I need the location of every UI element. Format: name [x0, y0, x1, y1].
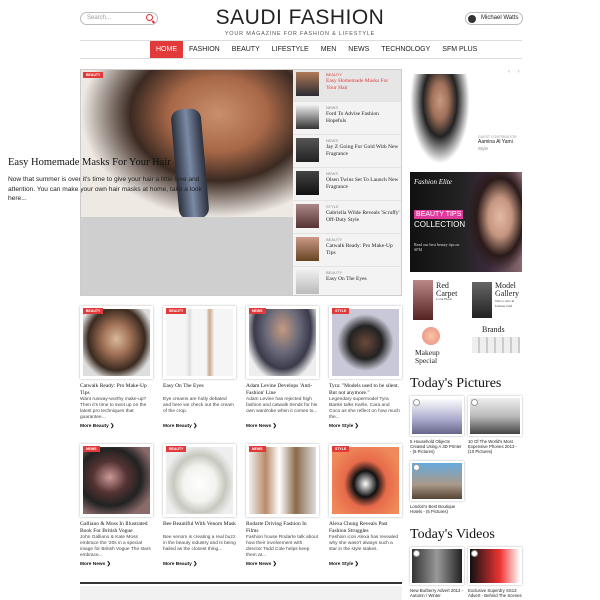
nav-item-beauty[interactable]: BEAUTY: [226, 41, 266, 58]
picture-thumb[interactable]: [410, 396, 464, 436]
user-name: Michael Watts: [481, 15, 519, 21]
nav-item-home[interactable]: HOME: [150, 41, 183, 58]
todays-pictures-title: Today's Pictures: [410, 376, 502, 391]
card-desc: Bee venom is creating a real buzz in the…: [163, 535, 236, 552]
nav-item-fashion[interactable]: FASHION: [183, 41, 226, 58]
more-link[interactable]: More Beauty ❯: [163, 562, 197, 567]
card-title[interactable]: Bee Beautiful With Venom Mask: [163, 521, 236, 528]
card-badge: NEWS: [249, 446, 266, 452]
play-icon: [413, 550, 420, 557]
more-link[interactable]: More News ❯: [80, 562, 111, 567]
picture-thumb[interactable]: [410, 461, 464, 501]
card-desc: Adam Levine has rejected high fashion an…: [246, 397, 318, 414]
card-desc: Fashion icon Alexa has revealed why she …: [329, 535, 399, 552]
red-carpet-image: [413, 280, 433, 320]
model-gallery-link[interactable]: Model Gallery: [495, 282, 521, 298]
nav-item-men[interactable]: MEN: [315, 41, 343, 58]
card-image[interactable]: [163, 444, 236, 517]
card-desc: Eye creams are hotly debated and here we…: [163, 397, 234, 414]
card-image[interactable]: [329, 444, 402, 517]
makeup-image: [422, 327, 440, 345]
ad-headline: BEAUTY TIPS: [414, 210, 464, 219]
card-image[interactable]: [80, 444, 153, 517]
todays-videos-title: Today's Videos: [410, 527, 495, 542]
card-title[interactable]: Tyra: "Models used to be silent. But not…: [329, 383, 402, 397]
brands-link[interactable]: Brands: [482, 325, 505, 334]
card-image[interactable]: [80, 306, 153, 379]
look-book-label: Look Book: [436, 297, 452, 301]
more-link[interactable]: More Style ❯: [329, 424, 359, 429]
site-tagline: YOUR MAGAZINE FOR FASHION & LIFESTYLE: [224, 31, 376, 37]
card-badge: NEWS: [249, 308, 266, 314]
more-link[interactable]: More Beauty ❯: [163, 424, 197, 429]
card-desc: Fashion house Rodarte talk about how the…: [246, 535, 319, 558]
picture-caption[interactable]: 10 Of The World's Most Expensive Phones …: [468, 439, 522, 455]
guest-contributor[interactable]: GUEST CONTRIBUTOR Aamina Al Yami Style: [410, 69, 522, 164]
card-badge: BEAUTY: [83, 308, 104, 314]
card-image[interactable]: [246, 306, 319, 379]
card-title[interactable]: Galliano & Moss In Illustrated Book For …: [80, 521, 153, 535]
video-thumb[interactable]: [468, 547, 522, 585]
card-title[interactable]: Adam Levine Develops 'Anti-Fashion' Line: [246, 383, 319, 397]
nav-item-lifestyle[interactable]: LIFESTYLE: [266, 41, 315, 58]
play-icon: [471, 550, 478, 557]
divider: [80, 582, 402, 584]
hero-frame: [80, 69, 402, 296]
ad-image: [467, 172, 522, 272]
card-desc: Want runway-worthy make-up? Then it's ti…: [80, 397, 147, 420]
card-desc: Legendary supermodel Tyra Banks talks Ka…: [329, 397, 400, 420]
sections-ad[interactable]: Red Carpet Look Book Model Gallery Who's…: [410, 277, 522, 370]
card-image[interactable]: [329, 306, 402, 379]
contributor-photo: [410, 74, 470, 164]
gallery-icon: [471, 399, 478, 406]
card-image[interactable]: [163, 306, 236, 379]
card-badge: STYLE: [332, 308, 350, 314]
video-thumb[interactable]: [410, 547, 464, 585]
more-link[interactable]: More Beauty ❯: [80, 424, 114, 429]
more-link[interactable]: More News ❯: [246, 562, 277, 567]
video-caption[interactable]: New Burberry Advert 2013 - Autumn / Wint…: [410, 588, 464, 598]
card-title[interactable]: Easy On The Eyes: [163, 383, 236, 390]
ad-subtext: Read our best beauty tips on SFM: [414, 242, 460, 252]
red-carpet-link[interactable]: Red Carpet: [436, 282, 458, 298]
contributor-section: Style: [478, 146, 489, 151]
contributor-name[interactable]: Aamina Al Yami: [478, 139, 513, 145]
gallery-icon: [413, 464, 420, 471]
divider: [80, 58, 522, 59]
ad-brand: Fashion Elite: [414, 178, 452, 186]
nav-item-news[interactable]: NEWS: [342, 41, 375, 58]
card-image[interactable]: [246, 444, 319, 517]
nav-item-sfm-plus[interactable]: SFM PLUS: [436, 41, 483, 58]
card-desc: John Galliano & Kate Moss embrace the '2…: [80, 535, 151, 558]
brand-logos: [472, 337, 520, 353]
nav-item-technology[interactable]: TECHNOLOGY: [375, 41, 436, 58]
picture-caption[interactable]: London's Best Boutique Hotels - (5 Pictu…: [410, 504, 464, 514]
card-title[interactable]: Rodarte Driving Fashion In Films: [246, 521, 319, 535]
more-link[interactable]: More News ❯: [246, 424, 277, 429]
gallery-icon: [413, 399, 420, 406]
card-badge: NEWS: [83, 446, 100, 452]
ad-collection: COLLECTION: [414, 220, 466, 229]
whos-who-label: Who's who in fashion land: [495, 299, 515, 308]
card-badge: BEAUTY: [166, 308, 187, 314]
card-badge: BEAUTY: [166, 446, 187, 452]
bottom-banner: [80, 586, 402, 600]
makeup-special-link[interactable]: Makeup Special: [415, 349, 455, 365]
card-title[interactable]: Alexa Chung Reveals Past Fashion Struggl…: [329, 521, 402, 535]
user-menu[interactable]: Michael Watts: [465, 12, 523, 25]
avatar: [468, 15, 476, 23]
video-caption[interactable]: Exclusive Superdry SS13 Advert - Behind …: [468, 588, 522, 598]
model-gallery-image: [472, 282, 492, 318]
main-nav: HOME FASHION BEAUTY LIFESTYLE MEN NEWS T…: [150, 41, 483, 58]
more-link[interactable]: More Style ❯: [329, 562, 359, 567]
card-badge: STYLE: [332, 446, 350, 452]
beauty-tips-ad[interactable]: Fashion Elite BEAUTY TIPS COLLECTION Rea…: [410, 172, 522, 272]
picture-thumb[interactable]: [468, 396, 522, 436]
picture-caption[interactable]: 5 Household Objects Created Using A 3D P…: [410, 439, 464, 455]
card-title[interactable]: Catwalk Ready: Pro Make-Up Tips: [80, 383, 153, 397]
